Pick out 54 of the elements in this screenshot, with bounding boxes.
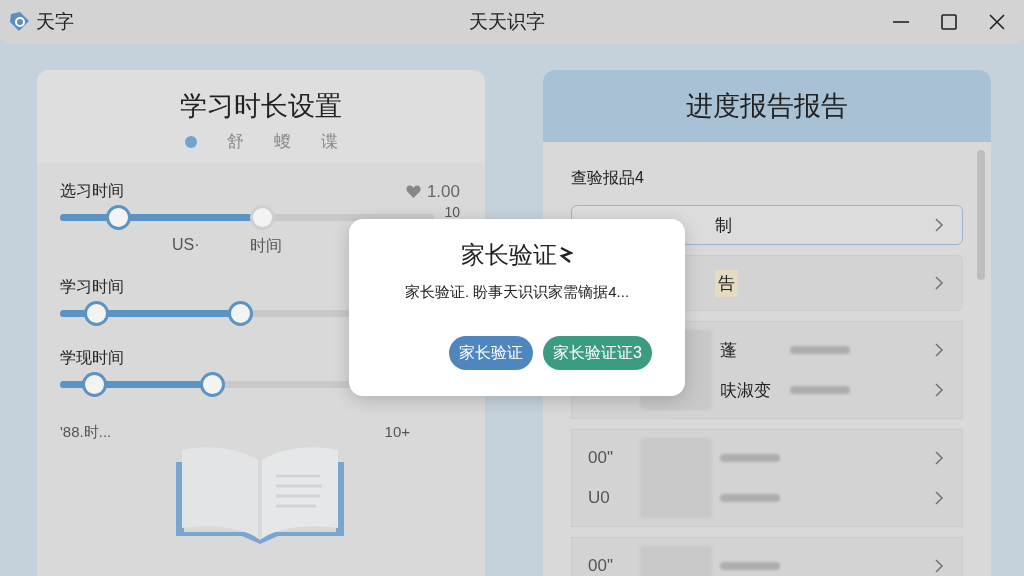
footer-value: 10+ — [384, 423, 410, 442]
time-label: U0 — [588, 488, 611, 508]
maximize-icon[interactable] — [940, 13, 958, 31]
tab[interactable]: 舒 — [226, 130, 244, 153]
chevron-icon — [934, 490, 944, 506]
panel-title: 进度报告报告 — [686, 90, 848, 123]
chevron-icon — [934, 275, 944, 291]
slider-label: 学现时间 — [60, 348, 124, 368]
row-label: 制 — [715, 214, 732, 237]
slider-thumb[interactable] — [106, 204, 132, 230]
heart-icon — [405, 185, 421, 198]
item-title: 呋淑变 — [720, 379, 772, 402]
footer-text: '88.时... — [60, 423, 112, 442]
slider-value: 1.00 — [426, 181, 460, 202]
blurred-text-drawing — [790, 386, 850, 394]
chevron-icon — [934, 382, 944, 398]
section-label: 查验报品4 — [571, 168, 645, 188]
time-label: 00" — [588, 556, 614, 576]
chevron-icon — [934, 558, 944, 574]
slider-label: 选习时间 — [60, 181, 124, 201]
chevron-icon — [934, 217, 944, 233]
time-label: 00" — [588, 448, 614, 468]
slider-thumb[interactable] — [250, 204, 276, 230]
slider-thumb[interactable] — [82, 371, 107, 397]
chevron-icon — [934, 342, 944, 358]
tag-icon — [8, 10, 32, 34]
tick-label: 时间 — [249, 236, 282, 256]
blurred-text-drawing — [720, 494, 780, 502]
tab-dot[interactable] — [184, 135, 197, 148]
list-group[interactable]: 00" — [571, 537, 963, 576]
dialog-title: 家长验证 — [461, 240, 557, 270]
lightning-icon — [559, 246, 573, 264]
item-title: 蓬 — [720, 339, 738, 362]
slider-thumb[interactable] — [84, 300, 109, 326]
chevron-icon — [934, 450, 944, 466]
dialog-button[interactable]: 家长验证证3 — [543, 336, 652, 370]
slider-thumb[interactable] — [228, 300, 253, 326]
window-title: 天天识字 — [468, 10, 546, 34]
tick-label: US· — [172, 236, 200, 255]
dialog-button[interactable]: 家长验证 — [449, 336, 534, 370]
slider-label: 学习时间 — [60, 277, 124, 297]
blurred-text-drawing — [720, 454, 780, 462]
row-tag: 告 — [715, 269, 738, 297]
tab[interactable]: 蝬 — [273, 130, 291, 153]
blurred-text-drawing — [720, 562, 780, 570]
close-icon[interactable] — [988, 13, 1006, 31]
list-group[interactable]: 00" U0 — [571, 429, 963, 527]
slider-thumb[interactable] — [200, 371, 225, 397]
slider-max: 10 — [444, 204, 460, 220]
panel-title: 学习时长设置 — [180, 90, 342, 123]
blurred-text-drawing — [790, 346, 850, 354]
scrollbar[interactable] — [977, 150, 985, 280]
tab[interactable]: 谍 — [320, 130, 338, 153]
app-name: 天字 — [36, 10, 74, 34]
